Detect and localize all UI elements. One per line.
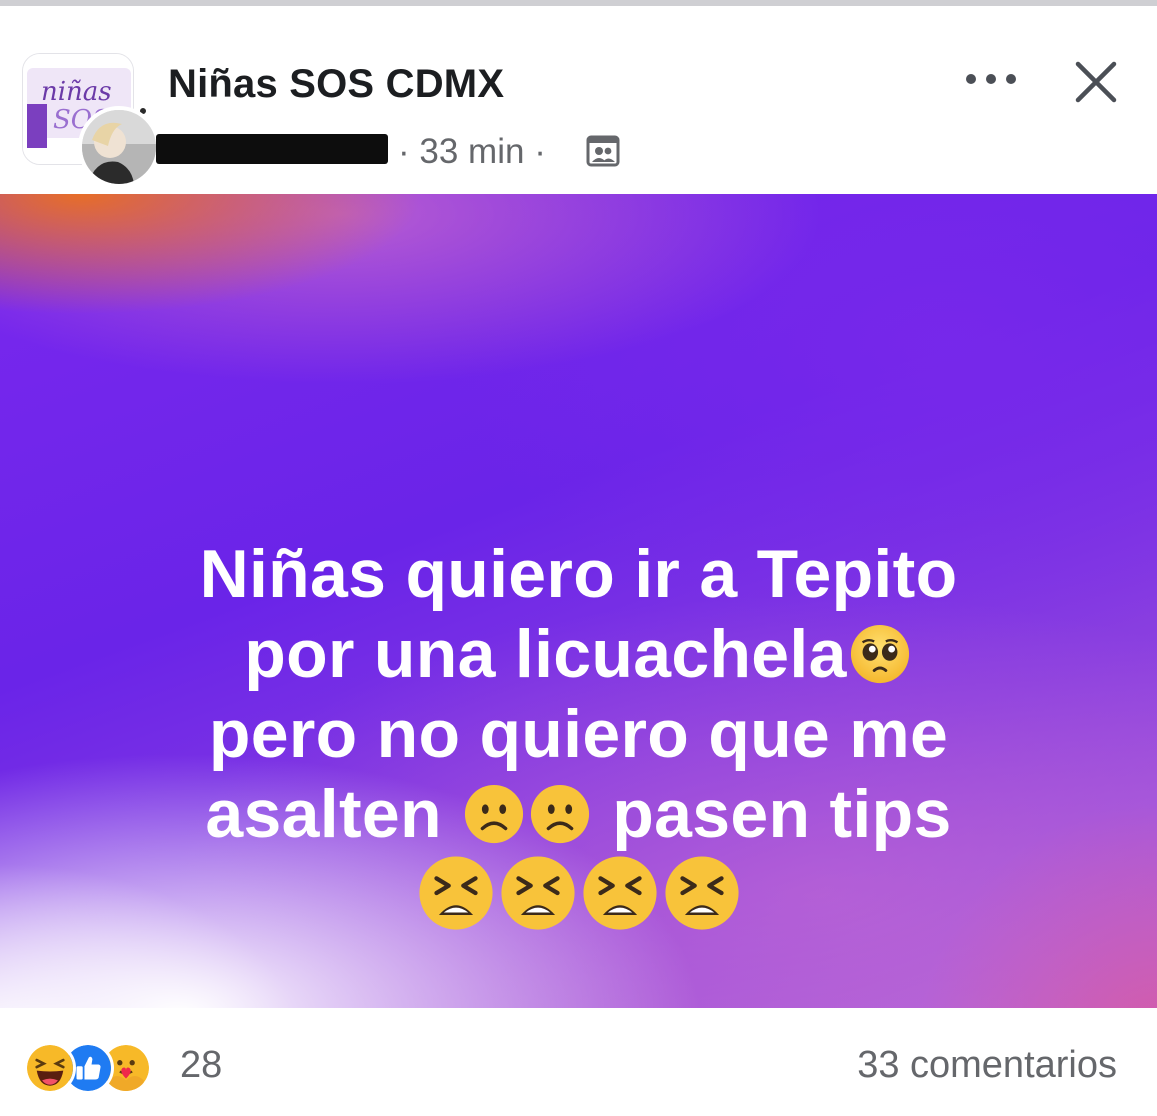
frowning-face-icon-2 (529, 783, 591, 845)
meta-separator-2: · (534, 131, 546, 171)
meta-separator: · (398, 131, 410, 171)
group-name[interactable]: Niñas SOS CDMX (168, 62, 504, 107)
reactions-summary[interactable] (24, 1042, 184, 1098)
post-footer: 28 33 comentarios (0, 1008, 1157, 1116)
more-options-button[interactable] (962, 64, 1020, 94)
post-line-4-text: asalten (205, 776, 442, 852)
reaction-count[interactable]: 28 (180, 1044, 222, 1087)
post-line-1: Niñas quiero ir a Tepito (199, 536, 958, 612)
author-name-redacted (156, 134, 388, 164)
comments-count[interactable]: 33 comentarios (857, 1044, 1117, 1087)
post-line-4-text-2: pasen tips (612, 776, 952, 852)
haha-reaction-icon (24, 1042, 76, 1094)
frowning-face-icon (463, 783, 525, 845)
group-audience-icon (586, 134, 620, 173)
post-header: niñas SOS Niñas SOS CDMX · 33 min · (0, 6, 1157, 194)
post-meta: · 33 min · (398, 130, 546, 172)
post-line-3: pero no quiero que me (208, 696, 949, 772)
group-logo-text: niñas (41, 77, 112, 107)
more-horizontal-icon (966, 74, 1016, 84)
close-icon (1075, 61, 1117, 103)
tired-face-icon-3 (581, 854, 659, 932)
close-button[interactable] (1070, 56, 1122, 108)
post-text: Niñas quiero ir a Tepito por una licuach… (40, 534, 1117, 934)
post-line-4: asalten pasen tips (40, 774, 1117, 854)
tired-face-icon (417, 854, 495, 932)
post-time[interactable]: 33 min (419, 132, 524, 171)
author-avatar[interactable] (78, 106, 160, 188)
tired-face-icon-2 (499, 854, 577, 932)
post-line-2-text: por una licuachela (244, 616, 847, 692)
tired-face-icon-4 (663, 854, 741, 932)
post-background: Niñas quiero ir a Tepito por una licuach… (0, 194, 1157, 1008)
post-line-2: por una licuachela (40, 614, 1117, 694)
pleading-face-icon (849, 623, 911, 685)
post-line-5 (40, 854, 1117, 934)
